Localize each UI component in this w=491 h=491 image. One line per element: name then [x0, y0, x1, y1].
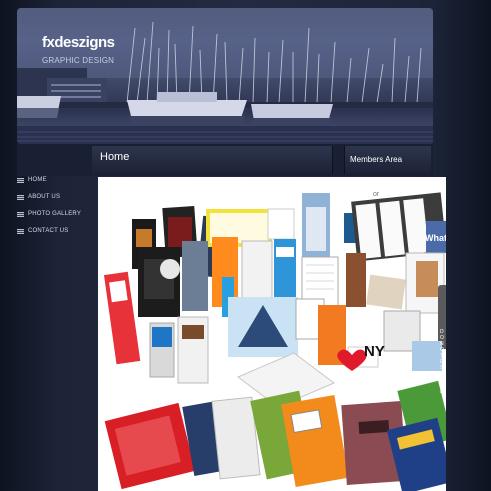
site-brand[interactable]: fxdeszigns [42, 34, 115, 51]
list-bullet-icon [17, 194, 24, 200]
sidebar-item-contact-us[interactable]: CONTACT US [15, 223, 95, 239]
tab-home-label: Home [100, 151, 130, 163]
print-collage-image [103, 192, 446, 491]
page-background: fxdeszigns GRAPHIC DESIGN Home Members A… [0, 0, 491, 491]
sidebar-item-label: ABOUT US [28, 194, 61, 200]
header-banner: fxdeszigns GRAPHIC DESIGN [17, 8, 433, 144]
sidebar-item-label: CONTACT US [28, 228, 69, 234]
main-content: or What NY DO NOT DISTURB [98, 177, 446, 491]
collage-text-ny: NY [364, 343, 385, 360]
list-bullet-icon [17, 228, 24, 234]
sidebar-item-about-us[interactable]: ABOUT US [15, 189, 95, 205]
sidebar-item-home[interactable]: HOME [15, 172, 95, 188]
tab-members-label: Members Area [350, 155, 403, 164]
list-bullet-icon [17, 211, 24, 217]
collage-text-what: What [425, 233, 446, 243]
list-bullet-icon [17, 177, 24, 183]
sidebar-item-label: HOME [28, 177, 47, 183]
harbor-photo [17, 8, 433, 144]
sidebar-item-photo-gallery[interactable]: PHOTO GALLERY [15, 206, 95, 222]
tab-home[interactable]: Home [92, 146, 333, 174]
collage-text-do-not-disturb: DO NOT DISTURB [440, 329, 445, 395]
site-tagline: GRAPHIC DESIGN [42, 56, 115, 65]
sidebar-item-label: PHOTO GALLERY [28, 211, 82, 217]
sidebar-nav: HOME ABOUT US PHOTO GALLERY CONTACT US [15, 172, 95, 240]
collage-text-or: or [373, 191, 380, 198]
tab-members-area[interactable]: Members Area [344, 146, 431, 174]
